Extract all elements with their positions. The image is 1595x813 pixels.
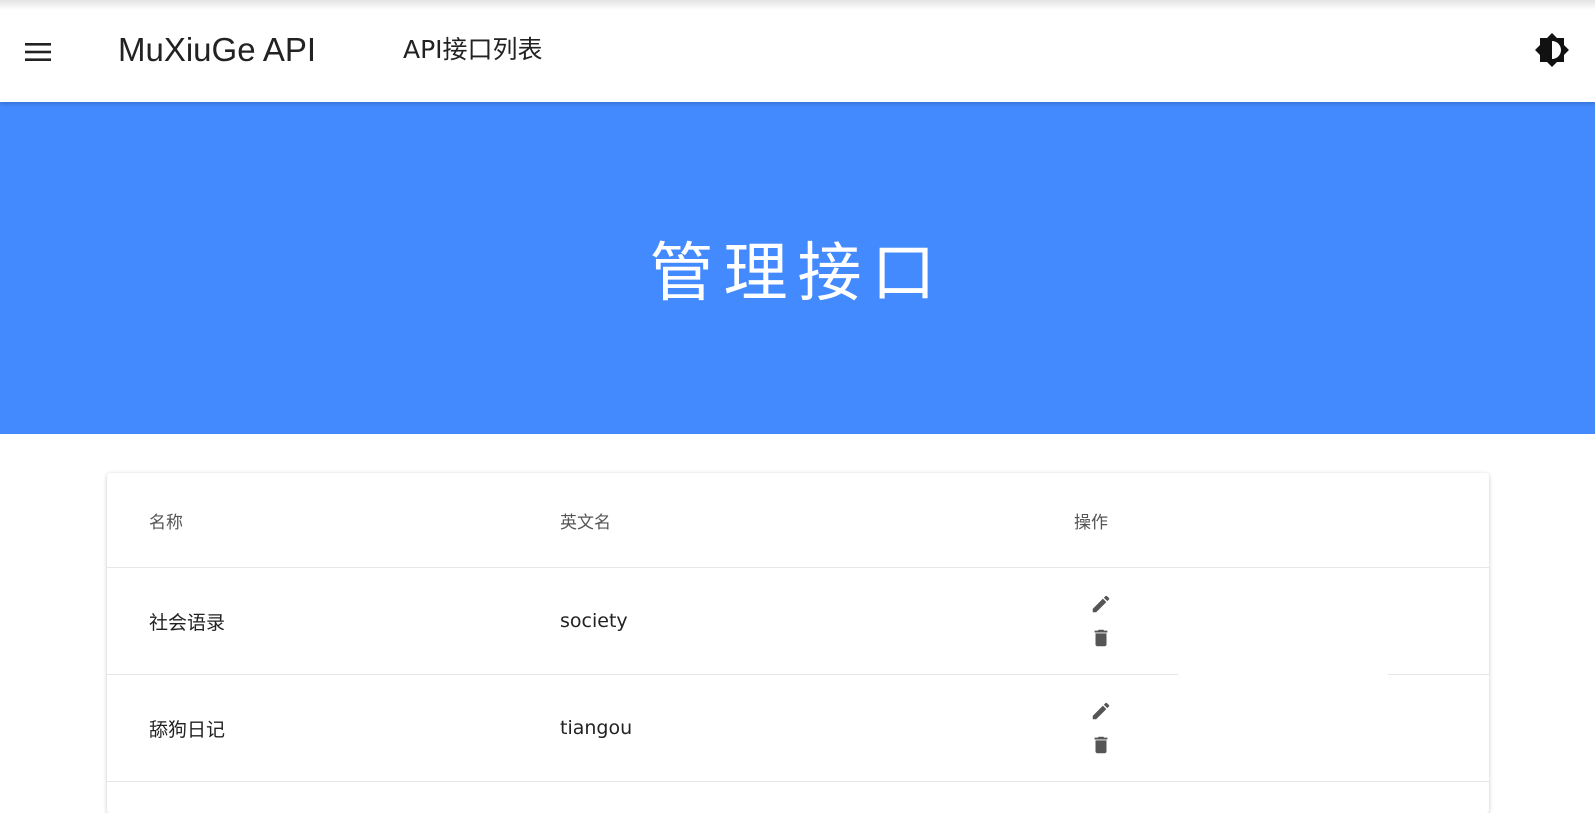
column-header-english-name: 英文名: [560, 512, 611, 533]
brightness-icon: [1535, 33, 1569, 67]
table-row: 舔狗日记 tiangou: [107, 675, 1489, 782]
app-title[interactable]: MuXiuGe API: [118, 28, 316, 72]
row-name: 舔狗日记: [149, 718, 226, 741]
row-english-name: tiangou: [560, 717, 633, 739]
edit-button[interactable]: [1089, 592, 1113, 616]
delete-icon: [1094, 629, 1108, 647]
edit-button[interactable]: [1089, 699, 1113, 723]
column-header-name: 名称: [149, 512, 183, 533]
delete-button[interactable]: [1089, 733, 1113, 757]
theme-toggle-button[interactable]: [1530, 28, 1574, 72]
browser-top-shade: [0, 0, 1595, 10]
hero-title: 管理接口: [649, 237, 946, 311]
row-actions: [1089, 568, 1113, 674]
row-divider-gap: [1178, 673, 1388, 676]
table-header-row: 名称 英文名 操作: [107, 473, 1489, 568]
edit-icon: [1092, 595, 1110, 613]
table-row: 社会语录 society: [107, 568, 1489, 675]
api-table-card: 名称 英文名 操作 社会语录 society 舔狗日记 tiangou: [107, 473, 1489, 813]
row-name: 社会语录: [149, 611, 226, 634]
app-bar: MuXiuGe API API接口列表: [0, 0, 1595, 102]
edit-icon: [1092, 702, 1110, 720]
delete-icon: [1094, 736, 1108, 754]
hero-banner: 管理接口: [0, 102, 1595, 434]
menu-button[interactable]: [14, 30, 62, 74]
row-english-name: society: [560, 610, 628, 632]
menu-icon: [25, 43, 51, 61]
column-header-actions: 操作: [1074, 512, 1108, 533]
page-subtitle: API接口列表: [403, 35, 543, 64]
row-actions: [1089, 675, 1113, 781]
delete-button[interactable]: [1089, 626, 1113, 650]
